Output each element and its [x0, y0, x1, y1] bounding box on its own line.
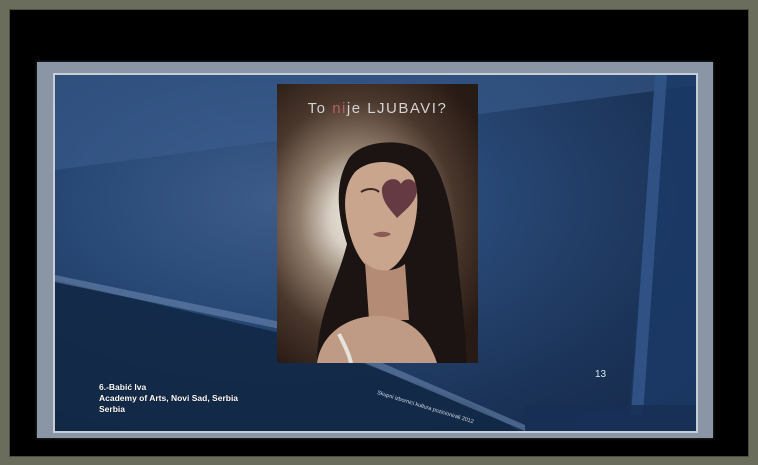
woman-portrait-illustration [317, 142, 467, 363]
caption-author: 6.-Babić Iva [99, 382, 147, 392]
slide-number: 13 [595, 369, 607, 380]
caption-country: Serbia [99, 404, 125, 414]
slide: To nije LJUBAVI? 6.-Babić Iva Academy of… [53, 73, 698, 433]
caption-institution: Academy of Arts, Novi Sad, Serbia [99, 393, 239, 403]
poster-image: To nije LJUBAVI? [277, 84, 478, 363]
slide-caption: 6.-Babić Iva Academy of Arts, Novi Sad, … [99, 382, 238, 415]
